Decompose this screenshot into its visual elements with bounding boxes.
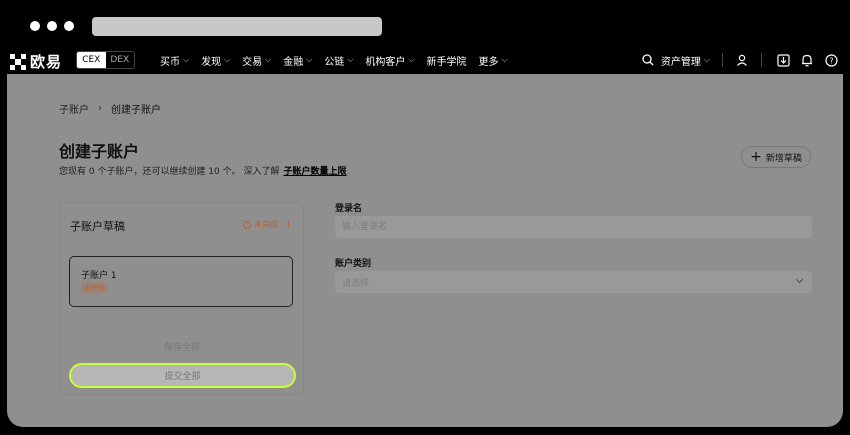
nav-menu-label: 公链 <box>324 56 345 68</box>
nav-menu-label: 新手学院 <box>426 56 467 68</box>
breadcrumb-parent[interactable]: 子账户 <box>59 101 89 116</box>
user-icon[interactable] <box>735 53 749 67</box>
nav-menu-item[interactable]: 金融 ⌵ <box>283 53 312 68</box>
asset-management-menu[interactable]: 资产管理 ⌵ <box>661 53 710 68</box>
account-type-placeholder: 请选择 <box>342 278 370 289</box>
window-dot[interactable] <box>47 21 57 31</box>
cex-dex-switch[interactable]: CEX DEX <box>76 51 135 69</box>
submit-all-button[interactable]: 提交全部 <box>69 363 296 388</box>
nav-menu-item[interactable]: 公链 ⌵ <box>324 53 353 68</box>
chevron-down-icon: ⌵ <box>501 55 508 64</box>
login-name-input[interactable] <box>335 216 812 238</box>
nav-menu-item[interactable]: 买币 ⌵ <box>160 53 189 68</box>
nav-menu-label: 发现 <box>201 56 222 68</box>
nav-menu-label: 机构客户 <box>365 56 406 68</box>
drafts-status-text: 未完成 · 1 <box>254 220 291 229</box>
top-nav: 欧易 CEX DEX 买币 ⌵ 发现 ⌵ 交易 ⌵ 金融 ⌵ 公链 ⌵ 机构客户 ⌵ 新手学院 更多 ⌵ 资… <box>0 46 850 74</box>
chevron-down-icon: ⌵ <box>306 55 313 64</box>
nav-menu-label: 交易 <box>242 56 263 68</box>
account-type-label: 账户类别 <box>335 259 372 269</box>
nav-menu-label: 金融 <box>283 56 304 68</box>
subtitle-text: 您现有 0 个子账户，还可以继续创建 10 个。 深入了解 <box>59 167 280 177</box>
chevron-down-icon: ⌵ <box>408 55 415 64</box>
plus-icon: + <box>750 149 762 165</box>
chevron-down-icon: ⌵ <box>224 55 231 64</box>
save-all-button[interactable]: 保存全部 <box>69 336 295 356</box>
new-draft-button[interactable]: + 新增草稿 <box>741 146 811 168</box>
chevron-down-icon <box>795 276 804 288</box>
account-type-select[interactable]: 请选择 <box>335 271 812 293</box>
window-dot[interactable] <box>30 21 40 31</box>
asset-management-label: 资产管理 <box>660 56 701 68</box>
nav-menu-item[interactable]: 更多 ⌵ <box>478 53 507 68</box>
browser-chrome <box>0 0 850 46</box>
nav-menu-item[interactable]: 新手学院 <box>426 53 466 68</box>
divider <box>761 53 762 67</box>
breadcrumb: 子账户 › 创建子账户 <box>59 101 161 116</box>
breadcrumb-current: 创建子账户 <box>111 105 161 116</box>
page-title: 创建子账户 <box>59 142 140 161</box>
okx-logo-icon <box>10 53 26 70</box>
svg-text:?: ? <box>829 56 833 65</box>
download-icon[interactable] <box>776 53 790 67</box>
main-menu: 买币 ⌵ 发现 ⌵ 交易 ⌵ 金融 ⌵ 公链 ⌵ 机构客户 ⌵ 新手学院 更多 ⌵ <box>160 46 520 74</box>
draft-card[interactable]: 子账户 1 未完成 <box>69 256 293 307</box>
page-subtitle: 您现有 0 个子账户，还可以继续创建 10 个。 深入了解 子账户数量上限 <box>59 164 347 177</box>
nav-right: 资产管理 ⌵ ? <box>631 46 838 74</box>
new-draft-label: 新增草稿 <box>765 153 802 164</box>
chevron-down-icon: ⌵ <box>347 55 354 64</box>
bell-icon[interactable] <box>800 53 814 67</box>
draft-status-badge: 未完成 <box>81 282 108 294</box>
drafts-panel: 子账户草稿 ! 未完成 · 1 子账户 1 未完成 保存全部 提交全部 <box>59 202 304 395</box>
help-icon[interactable]: ? <box>824 53 838 67</box>
cex-tab[interactable]: CEX <box>77 52 106 68</box>
dex-tab[interactable]: DEX <box>106 52 135 68</box>
drafts-panel-title: 子账户草稿 <box>70 220 125 233</box>
logo[interactable]: 欧易 <box>10 51 62 72</box>
search-icon[interactable] <box>641 53 655 67</box>
nav-menu-item[interactable]: 机构客户 ⌵ <box>365 53 414 68</box>
draft-name: 子账户 1 <box>81 271 117 281</box>
breadcrumb-separator: › <box>98 103 102 114</box>
warning-icon: ! <box>243 220 252 229</box>
subaccount-limit-link[interactable]: 子账户数量上限 <box>283 167 346 177</box>
address-bar[interactable] <box>92 17 382 36</box>
drafts-status: ! 未完成 · 1 <box>243 219 291 230</box>
nav-menu-label: 更多 <box>478 56 499 68</box>
chevron-down-icon: ⌵ <box>703 55 710 64</box>
nav-menu-item[interactable]: 交易 ⌵ <box>242 53 271 68</box>
logo-text: 欧易 <box>30 53 63 71</box>
nav-menu-label: 买币 <box>160 56 180 68</box>
nav-menu-item[interactable]: 发现 ⌵ <box>201 53 230 68</box>
main-content: 子账户 › 创建子账户 创建子账户 您现有 0 个子账户，还可以继续创建 10 … <box>7 74 843 427</box>
chevron-down-icon: ⌵ <box>183 55 190 64</box>
chevron-down-icon: ⌵ <box>265 55 272 64</box>
login-name-label: 登录名 <box>335 204 363 214</box>
window-dot[interactable] <box>64 21 74 31</box>
divider <box>722 53 723 67</box>
